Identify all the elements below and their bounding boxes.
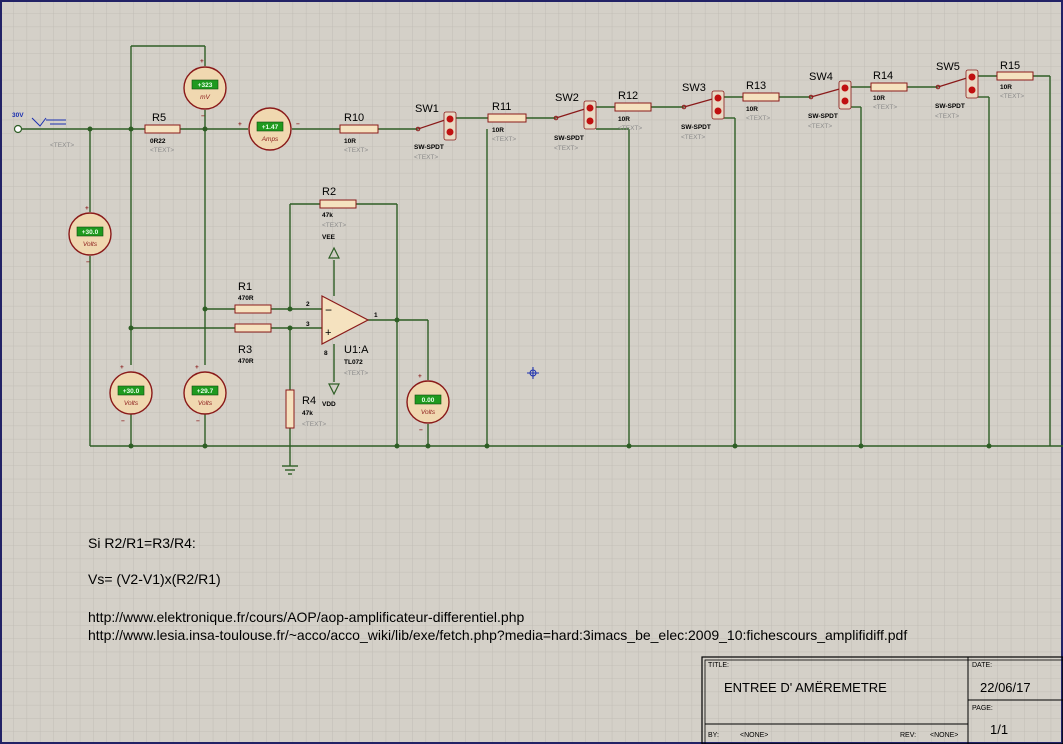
resistor-ref: R1	[238, 281, 252, 293]
page-number: 1/1	[990, 722, 1008, 737]
meter-unit: Volts	[124, 400, 139, 407]
resistor-value: 10R	[873, 95, 885, 102]
meter-unit: Volts	[198, 400, 213, 407]
switch-ref: SW4	[809, 71, 833, 83]
note-condition: Si R2/R1=R3/R4:	[88, 535, 196, 551]
resistor-text: <TEXT>	[1000, 93, 1024, 100]
vee-label: VEE	[322, 234, 336, 241]
resistor-ref: R2	[322, 186, 336, 198]
note-formula: Vs= (V2-V1)x(R2/R1)	[88, 571, 221, 587]
resistor-ref: R14	[873, 70, 893, 82]
source-text: <TEXT>	[50, 142, 74, 149]
meter-unit: Amps	[261, 136, 279, 143]
meter-plus-pin: +	[418, 373, 422, 380]
meter-reading: 0.00	[422, 397, 435, 404]
meter-unit: mV	[200, 94, 210, 101]
resistor-text: <TEXT>	[618, 125, 642, 132]
meter-minus-pin: −	[419, 427, 423, 434]
resistor-ref: R3	[238, 344, 252, 356]
switch-text: <TEXT>	[808, 123, 832, 130]
note-link-1: http://www.elektronique.fr/cours/AOP/aop…	[88, 609, 525, 625]
switch-value: SW-SPDT	[414, 144, 444, 151]
resistor-ref: R15	[1000, 60, 1020, 72]
meter-minus-pin: −	[121, 418, 125, 425]
switch-ref: SW5	[936, 61, 960, 73]
opamp-minus-sign: −	[325, 303, 332, 317]
resistor-ref: R10	[344, 112, 364, 124]
resistor-text: <TEXT>	[344, 147, 368, 154]
meter-plus-pin: +	[200, 58, 204, 65]
meter-plus-pin: +	[120, 364, 124, 371]
resistor-text: <TEXT>	[322, 222, 346, 229]
resistor-value: 10R	[618, 116, 630, 123]
resistor-text: <TEXT>	[873, 104, 897, 111]
meter-plus-pin: +	[238, 121, 242, 128]
resistor-value: 10R	[1000, 84, 1012, 91]
note-link-2: http://www.lesia.insa-toulouse.fr/~acco/…	[88, 627, 907, 643]
resistor-value: 10R	[492, 127, 504, 134]
rev-value: <NONE>	[930, 732, 958, 739]
by-value: <NONE>	[740, 732, 768, 739]
drawing-title: ENTREE D' AMËREMETRE	[724, 680, 887, 695]
switch-text: <TEXT>	[681, 134, 705, 141]
resistor-ref: R11	[492, 101, 511, 113]
resistor-value: 10R	[344, 138, 356, 145]
switch-value: SW-SPDT	[681, 124, 711, 131]
meter-minus-pin: −	[86, 259, 90, 266]
switch-text: <TEXT>	[935, 113, 959, 120]
opamp-text: <TEXT>	[344, 370, 368, 377]
date-label: DATE:	[972, 662, 992, 669]
switch-ref: SW1	[415, 103, 439, 115]
by-label: BY:	[708, 732, 719, 739]
resistor-value: 47k	[322, 212, 333, 219]
resistor-value: 470R	[238, 295, 254, 302]
resistor-ref: R13	[746, 80, 766, 92]
resistor-text: <TEXT>	[746, 115, 770, 122]
meter-unit: Volts	[83, 241, 98, 248]
resistor-value: 470R	[238, 358, 254, 365]
resistor-text: <TEXT>	[492, 136, 516, 143]
opamp-pin-supply: 8	[324, 350, 328, 357]
resistor-text: <TEXT>	[150, 147, 174, 154]
resistor-text: <TEXT>	[302, 421, 326, 428]
page-label: PAGE:	[972, 705, 993, 712]
opamp-part: TL072	[344, 359, 363, 366]
meter-reading: +30.0	[123, 388, 140, 395]
switch-text: <TEXT>	[414, 154, 438, 161]
schematic-sheet[interactable]: 30V <TEXT> R5 0R22 <TEXT> R10 10R <TEXT>…	[0, 0, 1063, 744]
opamp-ref: U1:A	[344, 344, 369, 356]
meter-unit: Volts	[421, 409, 436, 416]
resistor-value: 0R22	[150, 138, 166, 145]
opamp-pin-inv: 2	[306, 301, 310, 308]
switch-text: <TEXT>	[554, 145, 578, 152]
resistor-ref: R4	[302, 395, 316, 407]
drawing-date: 22/06/17	[980, 680, 1031, 695]
title-label: TITLE:	[708, 662, 729, 669]
opamp-pin-noninv: 3	[306, 321, 310, 328]
opamp-plus-sign: +	[325, 327, 331, 339]
meter-reading: +323	[198, 82, 213, 89]
meter-minus-pin: −	[201, 113, 205, 120]
meter-reading: +1.47	[262, 124, 279, 131]
switch-value: SW-SPDT	[808, 113, 838, 120]
resistor-ref: R12	[618, 90, 638, 102]
meter-reading: +29.7	[197, 388, 214, 395]
meter-plus-pin: +	[195, 364, 199, 371]
opamp-pin-out: 1	[374, 312, 378, 319]
rev-label: REV:	[900, 732, 916, 739]
resistor-value: 47k	[302, 410, 313, 417]
source-label: 30V	[12, 112, 24, 119]
switch-ref: SW3	[682, 82, 706, 94]
meter-minus-pin: −	[196, 418, 200, 425]
resistor-value: 10R	[746, 106, 758, 113]
meter-minus-pin: −	[296, 121, 300, 128]
meter-plus-pin: +	[85, 205, 89, 212]
switch-value: SW-SPDT	[554, 135, 584, 142]
switch-value: SW-SPDT	[935, 103, 965, 110]
switch-ref: SW2	[555, 92, 579, 104]
meter-reading: +30.0	[82, 229, 99, 236]
resistor-ref: R5	[152, 112, 166, 124]
vdd-label: VDD	[322, 401, 336, 408]
